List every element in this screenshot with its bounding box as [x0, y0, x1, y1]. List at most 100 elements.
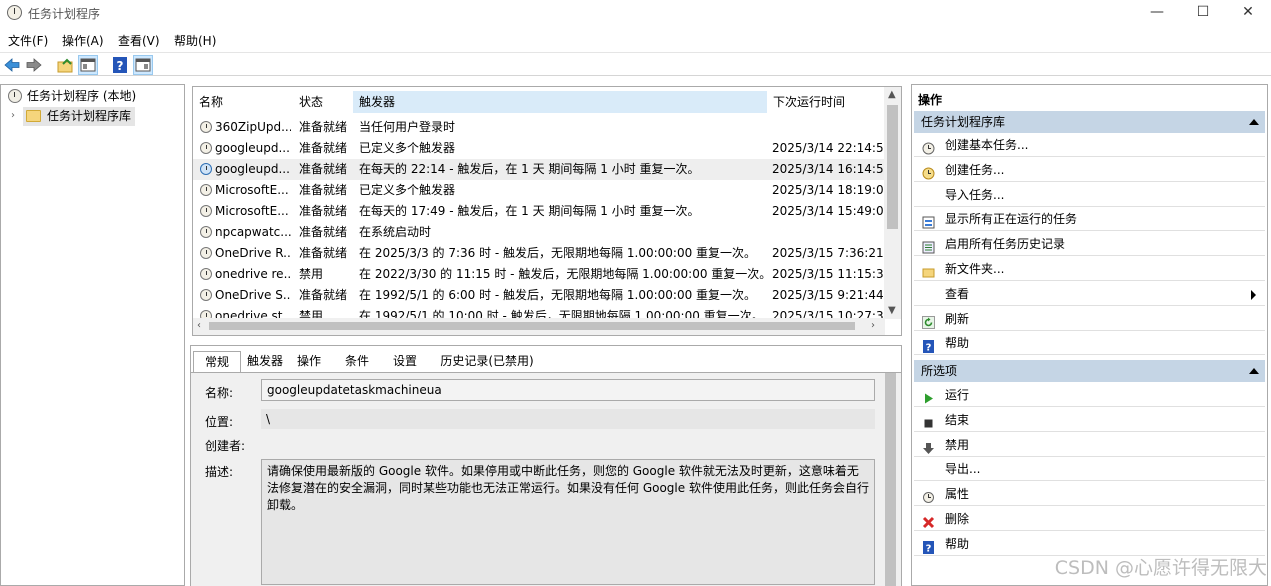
general-tab-panel: 名称: googleupdatetaskmachineua 位置: \ 创建者:… — [191, 372, 901, 586]
table-row[interactable]: npcapwatc... 准备就绪 在系统启动时 — [193, 222, 885, 243]
table-row[interactable]: 360ZipUpd... 准备就绪 当任何用户登录时 — [193, 117, 885, 138]
action-refresh[interactable]: 刷新 — [914, 307, 1265, 331]
action-running-tasks[interactable]: 显示所有正在运行的任务 — [914, 207, 1265, 232]
task-clock-icon — [200, 121, 212, 133]
help-icon: ? — [922, 337, 935, 354]
tab-triggers[interactable]: 触发器 — [241, 351, 289, 372]
action-item-6[interactable]: 查看 — [914, 282, 1265, 306]
action-run[interactable]: 运行 — [914, 383, 1265, 407]
maximize-button[interactable]: ☐ — [1180, 0, 1226, 26]
name-field[interactable]: googleupdatetaskmachineua — [261, 379, 875, 401]
action-create-basic-task[interactable]: 创建基本任务... — [914, 133, 1265, 157]
show-hide-action-pane-icon[interactable] — [133, 55, 153, 75]
task-clock-icon — [200, 163, 212, 175]
folder-up-icon[interactable] — [55, 55, 75, 75]
console-tree: 任务计划程序 (本地) 任务计划程序库 › — [0, 84, 185, 586]
task-next-run: 2025/3/14 15:49:03 — [772, 204, 885, 218]
minimize-button[interactable]: — — [1134, 0, 1180, 26]
task-list-horizontal-scrollbar[interactable]: ‹ › — [193, 318, 885, 335]
task-trigger: 在 1992/5/1 的 6:00 时 - 触发后，无限期地每隔 1.00:00… — [359, 288, 757, 302]
action-label: 新文件夹... — [945, 262, 1005, 276]
task-status: 准备就绪 — [299, 141, 348, 155]
table-row[interactable]: googleupd... 准备就绪 已定义多个触发器 2025/3/14 22:14:… — [193, 138, 885, 159]
table-row[interactable]: MicrosoftE... 准备就绪 在每天的 17:49 - 触发后，在 1 天 … — [193, 201, 885, 222]
table-row[interactable]: OneDrive S... 准备就绪在 1992/5/1 的 6:00 时 - 触… — [193, 285, 885, 306]
close-button[interactable]: ✕ — [1225, 0, 1271, 26]
chevron-right-icon[interactable]: › — [11, 110, 15, 121]
task-name: OneDrive R... — [215, 246, 291, 260]
show-hide-console-tree-icon[interactable] — [78, 55, 98, 75]
action-end[interactable]: 结束 — [914, 408, 1265, 432]
task-trigger: 在每天的 17:49 - 触发后，在 1 天 期间每隔 1 小时 重复一次。 — [359, 204, 700, 218]
task-clock-icon — [200, 142, 212, 154]
table-row[interactable]: onedrive re... 禁用 在 2022/3/30 的 11:15 时 - … — [193, 264, 885, 285]
menu-view[interactable]: 查看(V) — [118, 32, 160, 49]
scroll-left-icon[interactable]: ‹ — [197, 320, 201, 331]
task-details: 常规 触发器 操作 条件 设置 历史记录(已禁用) 名称: googleupda… — [190, 345, 902, 586]
action-properties[interactable]: 属性 — [914, 482, 1265, 507]
action-label: 显示所有正在运行的任务 — [945, 212, 1078, 227]
task-status: 准备就绪 — [299, 246, 348, 260]
column-header-name[interactable]: 名称 — [193, 91, 293, 113]
svg-text:?: ? — [926, 343, 932, 354]
scroll-up-icon[interactable]: ▲ — [888, 89, 896, 100]
details-vertical-scrollbar[interactable] — [882, 373, 899, 586]
create-basic-task-icon — [922, 139, 935, 155]
menu-help[interactable]: 帮助(H) — [174, 32, 216, 49]
back-arrow-icon[interactable] — [2, 55, 22, 75]
task-status: 准备就绪 — [299, 120, 348, 134]
help-icon[interactable]: ? — [110, 55, 130, 75]
action-item-2[interactable]: 导入任务... — [914, 183, 1265, 207]
menu-file[interactable]: 文件(F) — [8, 32, 48, 49]
action-create-task[interactable]: 创建任务... — [914, 158, 1265, 182]
scroll-thumb[interactable] — [885, 373, 896, 586]
action-label: 启用所有任务历史记录 — [945, 237, 1066, 252]
scroll-thumb[interactable] — [209, 322, 855, 330]
task-next-run: 2025/3/15 9:21:44 — [772, 288, 884, 302]
name-label: 名称: — [205, 386, 234, 400]
tab-settings[interactable]: 设置 — [385, 351, 425, 372]
tree-root-task-scheduler[interactable]: 任务计划程序 (本地) — [5, 87, 180, 106]
tab-history[interactable]: 历史记录(已禁用) — [435, 351, 539, 372]
menu-action[interactable]: 操作(A) — [62, 32, 104, 49]
task-name: 360ZipUpd... — [215, 120, 291, 134]
task-trigger: 已定义多个触发器 — [359, 183, 456, 197]
collapse-icon[interactable] — [1249, 119, 1259, 125]
task-next-run: 2025/3/15 7:36:21 — [772, 246, 884, 260]
task-name: googleupd... — [215, 141, 290, 155]
task-trigger: 当任何用户登录时 — [359, 120, 456, 134]
folder-icon — [26, 110, 41, 122]
action-disable[interactable]: 禁用 — [914, 433, 1265, 457]
forward-arrow-icon[interactable] — [24, 55, 44, 75]
action-label: 创建任务... — [945, 162, 1005, 177]
column-header-next-run[interactable]: 下次运行时间 — [767, 91, 885, 113]
tab-conditions[interactable]: 条件 — [337, 351, 377, 372]
tab-general[interactable]: 常规 — [193, 351, 241, 372]
scroll-right-icon[interactable]: › — [871, 320, 875, 331]
section-task-library[interactable]: 任务计划程序库 — [914, 111, 1265, 133]
action-new-folder[interactable]: 新文件夹... — [914, 257, 1265, 281]
scroll-down-icon[interactable]: ▼ — [888, 305, 896, 316]
column-header-status[interactable]: 状态 — [293, 91, 353, 113]
author-label: 创建者: — [205, 439, 246, 453]
column-header-trigger[interactable]: 触发器 — [353, 91, 767, 113]
collapse-icon[interactable] — [1249, 368, 1259, 374]
actions-title: 操作 — [918, 93, 943, 107]
action-delete[interactable]: 删除 — [914, 507, 1265, 531]
action-history[interactable]: 启用所有任务历史记录 — [914, 232, 1265, 257]
table-row[interactable]: MicrosoftE... 准备就绪 已定义多个触发器 2025/3/14 18:19… — [193, 180, 885, 201]
task-list-vertical-scrollbar[interactable]: ▲ ▼ — [884, 87, 901, 319]
task-clock-icon — [200, 205, 212, 217]
scroll-thumb[interactable] — [887, 105, 898, 229]
tree-item-library[interactable]: 任务计划程序库 — [23, 107, 135, 126]
action-help[interactable]: ? 帮助 — [914, 331, 1265, 356]
task-status: 准备就绪 — [299, 162, 348, 176]
tab-actions[interactable]: 操作 — [289, 351, 329, 372]
action-label: 创建基本任务... — [945, 138, 1029, 152]
table-row[interactable]: OneDrive R... 准备就绪在 2025/3/3 的 7:36 时 - 触… — [193, 243, 885, 264]
section-selected-item[interactable]: 所选项 — [914, 360, 1265, 382]
table-row[interactable]: googleupd... 准备就绪 在每天的 22:14 - 触发后，在 1 天 期… — [193, 159, 885, 180]
task-trigger: 在 2022/3/30 的 11:15 时 - 触发后，无限期地每隔 1.00:… — [359, 267, 767, 281]
description-field[interactable]: 请确保使用最新版的 Google 软件。如果停用或中断此任务，则您的 Googl… — [261, 459, 875, 585]
action-item-3[interactable]: 导出... — [914, 457, 1265, 482]
